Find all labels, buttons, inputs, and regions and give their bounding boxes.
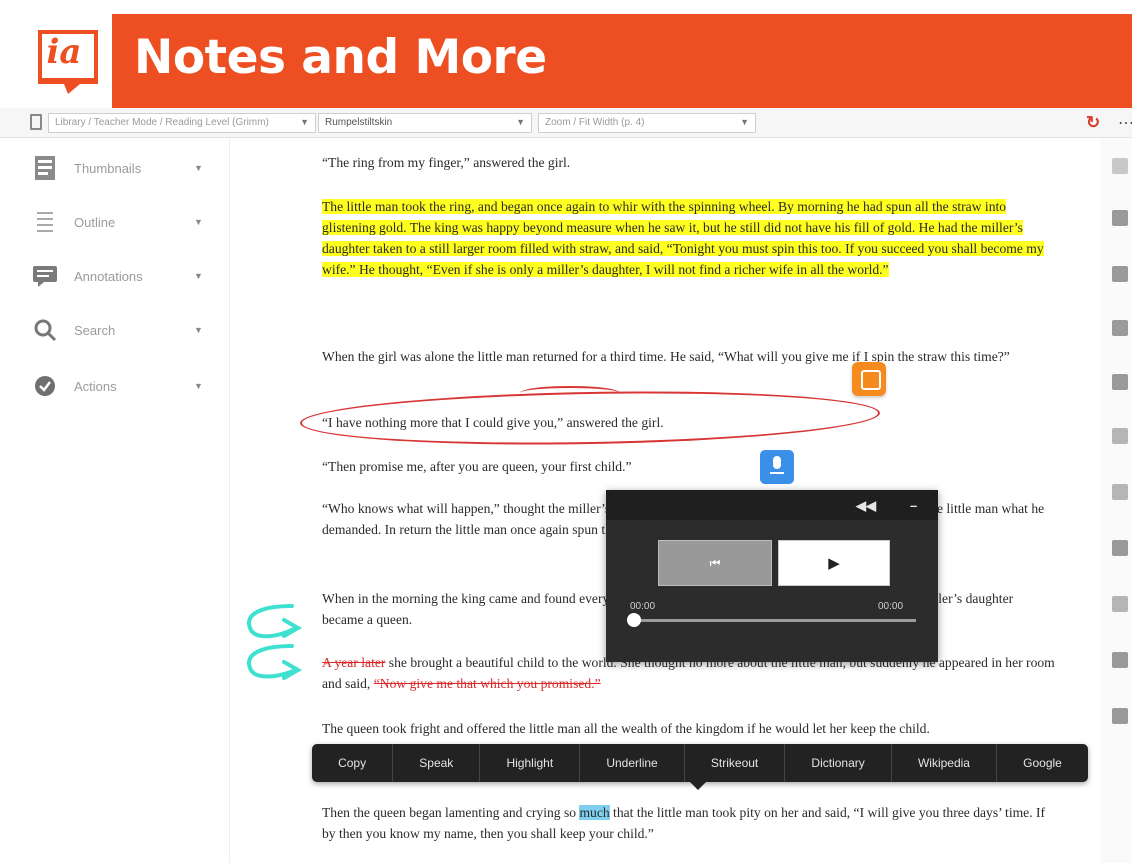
sidebar-item-label: Actions bbox=[74, 378, 117, 394]
sidebar-item-actions[interactable]: Actions ▼ bbox=[30, 368, 220, 404]
zoom-select-value: Zoom / Fit Width (p. 4) bbox=[545, 117, 645, 128]
audio-player-header: ◀◀ – bbox=[606, 490, 938, 520]
sidebar-item-label: Search bbox=[74, 322, 116, 338]
time-elapsed: 00:00 bbox=[630, 601, 656, 612]
library-select[interactable]: Library / Teacher Mode / Reading Level (… bbox=[48, 113, 316, 133]
chevron-down-icon: ▼ bbox=[194, 163, 203, 173]
actions-icon bbox=[30, 371, 60, 401]
strikeout-menu-item[interactable]: Strikeout bbox=[685, 744, 786, 782]
chevron-down-icon: ▼ bbox=[194, 325, 203, 335]
minimize-icon[interactable]: – bbox=[910, 498, 917, 513]
rewind-icon[interactable]: ◀◀ bbox=[856, 498, 876, 514]
selection-context-menu: Copy Speak Highlight Underline Strikeout… bbox=[312, 744, 1088, 782]
paragraph-selected[interactable]: Then the queen began lamenting and cryin… bbox=[322, 802, 1057, 844]
text-tool-icon[interactable] bbox=[1112, 596, 1128, 612]
highlight-menu-item[interactable]: Highlight bbox=[480, 744, 581, 782]
strikeout-annotation[interactable]: A year later bbox=[322, 655, 385, 670]
chevron-down-icon: ▼ bbox=[516, 117, 525, 127]
chevron-down-icon: ▼ bbox=[194, 381, 203, 391]
paragraph[interactable]: “Then promise me, after you are queen, y… bbox=[322, 456, 1057, 477]
audio-progress-track[interactable] bbox=[634, 619, 916, 622]
more-icon[interactable]: ⋯ bbox=[1118, 113, 1132, 133]
paragraph[interactable]: When the girl was alone the little man r… bbox=[322, 346, 1057, 367]
page-icon[interactable] bbox=[30, 114, 42, 130]
shape-tool-icon[interactable] bbox=[1112, 428, 1128, 444]
chevron-down-icon: ▼ bbox=[300, 117, 309, 127]
paragraph[interactable]: The queen took fright and offered the li… bbox=[322, 718, 1057, 739]
document-select[interactable]: Rumpelstiltskin ▼ bbox=[318, 113, 532, 133]
line-tool-icon[interactable] bbox=[1112, 484, 1128, 500]
paragraph[interactable]: “The ring from my finger,” answered the … bbox=[322, 152, 1057, 173]
search-icon bbox=[30, 315, 60, 345]
logo: ia bbox=[34, 28, 100, 94]
google-menu-item[interactable]: Google bbox=[997, 744, 1088, 782]
document-select-value: Rumpelstiltskin bbox=[325, 117, 393, 128]
audio-note-icon[interactable] bbox=[760, 450, 794, 484]
freehand-arrows-annotation[interactable] bbox=[236, 598, 316, 694]
dictionary-menu-item[interactable]: Dictionary bbox=[785, 744, 892, 782]
outline-icon bbox=[30, 207, 60, 237]
sidebar-item-label: Thumbnails bbox=[74, 160, 142, 176]
sidebar-item-outline[interactable]: Outline ▼ bbox=[30, 204, 220, 240]
logo-text: ia bbox=[46, 32, 82, 72]
context-menu-pointer bbox=[690, 782, 706, 790]
underline-menu-item[interactable]: Underline bbox=[580, 744, 685, 782]
wikipedia-menu-item[interactable]: Wikipedia bbox=[892, 744, 998, 782]
sidebar-item-label: Outline bbox=[74, 214, 116, 230]
paragraph-text: Then the queen began lamenting and cryin… bbox=[322, 805, 580, 820]
audio-player-popup: ◀◀ – ⏮ ▶ 00:00 00:00 bbox=[606, 490, 938, 662]
refresh-icon[interactable]: ↻ bbox=[1086, 113, 1100, 133]
paragraph-highlighted[interactable]: The little man took the ring, and began … bbox=[322, 196, 1057, 280]
right-toolbar bbox=[1100, 138, 1132, 863]
comment-tool-icon[interactable] bbox=[1112, 210, 1128, 226]
sticky-note-icon[interactable] bbox=[852, 362, 886, 396]
copy-menu-item[interactable]: Copy bbox=[312, 744, 394, 782]
time-total: 00:00 bbox=[878, 601, 904, 612]
library-select-value: Library / Teacher Mode / Reading Level (… bbox=[55, 117, 269, 128]
eraser-tool-icon[interactable] bbox=[1112, 540, 1128, 556]
sidebar-item-annotations[interactable]: Annotations ▼ bbox=[30, 258, 220, 294]
annotations-icon bbox=[30, 261, 60, 291]
sidebar-item-label: Annotations bbox=[74, 268, 143, 284]
sidebar-item-thumbnails[interactable]: Thumbnails ▼ bbox=[30, 150, 220, 186]
selected-word[interactable]: much bbox=[579, 805, 610, 820]
play-button[interactable]: ▶ bbox=[778, 540, 890, 586]
audio-progress-knob[interactable] bbox=[627, 613, 641, 627]
chevron-down-icon: ▼ bbox=[740, 117, 749, 127]
banner: ia Notes and More bbox=[0, 0, 1132, 108]
marker-tool-icon[interactable] bbox=[1112, 374, 1128, 390]
yellow-highlight[interactable]: The little man took the ring, and began … bbox=[322, 199, 1044, 277]
speak-menu-item[interactable]: Speak bbox=[393, 744, 481, 782]
strikeout-annotation[interactable]: “Now give me that which you promised.” bbox=[374, 676, 601, 691]
chevron-down-icon: ▼ bbox=[194, 271, 203, 281]
thumbnails-icon bbox=[30, 153, 60, 183]
pen-tool-icon[interactable] bbox=[1112, 158, 1128, 174]
zoom-select[interactable]: Zoom / Fit Width (p. 4) ▼ bbox=[538, 113, 756, 133]
toolbar: Library / Teacher Mode / Reading Level (… bbox=[0, 108, 1132, 138]
page-title: Notes and More bbox=[134, 30, 547, 85]
image-tool-icon[interactable] bbox=[1112, 652, 1128, 668]
stamp-tool-icon[interactable] bbox=[1112, 266, 1128, 282]
audio-tool-icon[interactable] bbox=[1112, 708, 1128, 724]
previous-button[interactable]: ⏮ bbox=[658, 540, 772, 586]
sidebar: Thumbnails ▼ Outline ▼ Annotations ▼ Sea… bbox=[0, 138, 230, 863]
app-window: ia Notes and More Library / Teacher Mode… bbox=[0, 0, 1132, 863]
highlight-tool-icon[interactable] bbox=[1112, 320, 1128, 336]
sidebar-item-search[interactable]: Search ▼ bbox=[30, 312, 220, 348]
chevron-down-icon: ▼ bbox=[194, 217, 203, 227]
